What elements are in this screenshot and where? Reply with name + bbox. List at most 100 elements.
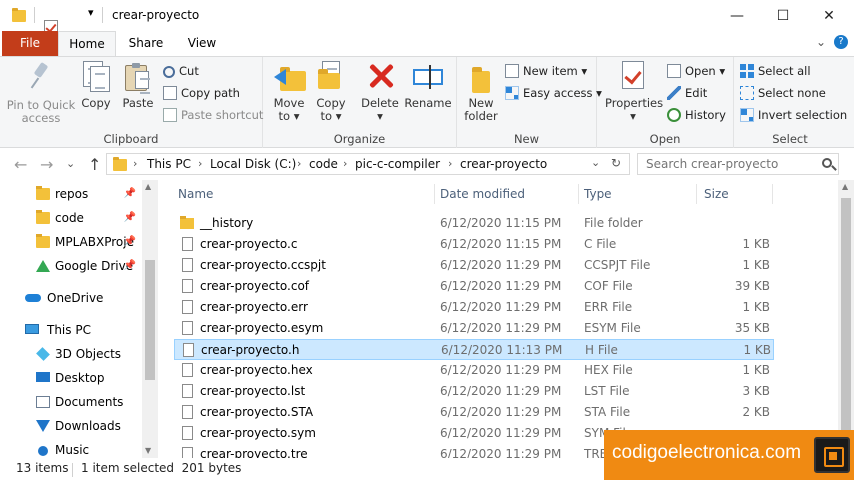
forward-button[interactable]: → <box>40 155 53 174</box>
move-to-button[interactable]: Move to ▾ <box>271 61 307 123</box>
tab-file[interactable]: File <box>2 31 58 56</box>
nav-item-documents[interactable]: Documents <box>0 391 142 413</box>
new-item-button[interactable]: New item ▾ <box>505 61 587 81</box>
file-name: crear-proyecto.esym <box>200 321 324 335</box>
select-all-icon <box>740 64 754 78</box>
column-header-size[interactable]: Size <box>704 180 729 208</box>
file-icon <box>182 258 193 272</box>
recent-locations-button[interactable]: ⌄ <box>66 157 75 170</box>
column-header-name[interactable]: Name <box>178 180 213 208</box>
properties-button[interactable]: Properties ▾ <box>605 61 663 123</box>
address-history-dropdown[interactable]: ⌄ <box>591 156 600 169</box>
new-folder-button[interactable]: New folder <box>461 61 501 123</box>
breadcrumb-crear-proyecto[interactable]: crear-proyecto <box>460 157 547 171</box>
nav-item-repos[interactable]: repos 📌 <box>0 183 142 205</box>
nav-item-code[interactable]: code 📌 <box>0 207 142 229</box>
file-row[interactable]: crear-proyecto.ccspjt 6/12/2020 11:29 PM… <box>174 255 774 276</box>
file-row[interactable]: crear-proyecto.cof 6/12/2020 11:29 PM CO… <box>174 276 774 297</box>
file-type: COF File <box>584 279 633 293</box>
address-row: ← → ⌄ ↑ › This PC › Local Disk (C:) › co… <box>0 148 854 180</box>
copy-path-button[interactable]: Copy path <box>163 83 240 103</box>
copy-button[interactable]: Copy <box>78 61 114 110</box>
tab-view[interactable]: View <box>176 31 228 56</box>
up-button[interactable]: ↑ <box>88 155 101 174</box>
nav-label: This PC <box>47 323 91 337</box>
rename-button[interactable]: Rename <box>403 61 453 110</box>
file-row[interactable]: crear-proyecto.hex 6/12/2020 11:29 PM HE… <box>174 360 774 381</box>
scrollbar-thumb[interactable] <box>841 198 851 434</box>
scroll-up-icon[interactable]: ▲ <box>842 182 848 191</box>
pin-icon: 📌 <box>123 260 136 271</box>
nav-label: Downloads <box>55 419 121 433</box>
nav-pane-scrollbar[interactable]: ▲ ▼ <box>142 180 158 458</box>
file-list-scrollbar[interactable]: ▲ ▼ <box>838 180 854 458</box>
button-label: Select none <box>758 86 826 100</box>
minimize-button[interactable]: — <box>714 0 760 31</box>
close-button[interactable]: ✕ <box>806 0 852 31</box>
folder-icon <box>180 216 194 229</box>
edit-button[interactable]: Edit <box>667 83 707 103</box>
file-list: Name Date modified Type Size __history 6… <box>158 180 838 458</box>
search-input[interactable] <box>638 154 808 174</box>
back-button[interactable]: ← <box>14 155 27 174</box>
customize-quick-access-icon[interactable]: ▾ <box>88 6 94 19</box>
file-row[interactable]: crear-proyecto.c 6/12/2020 11:15 PM C Fi… <box>174 234 774 255</box>
button-label: Cut <box>179 64 199 78</box>
file-type: File folder <box>584 216 643 230</box>
file-row-history[interactable]: __history 6/12/2020 11:15 PM File folder <box>174 213 774 234</box>
copy-to-button[interactable]: Copy to ▾ <box>313 61 349 123</box>
nav-item-downloads[interactable]: Downloads <box>0 415 142 437</box>
nav-item-this-pc[interactable]: This PC <box>0 319 142 341</box>
copy-path-icon <box>163 86 177 100</box>
desktop-icon <box>36 372 50 382</box>
cut-button[interactable]: Cut <box>163 61 199 81</box>
column-header-date[interactable]: Date modified <box>440 180 525 208</box>
refresh-button[interactable]: ↻ <box>611 156 621 170</box>
open-icon <box>667 64 681 78</box>
delete-button[interactable]: Delete ▾ <box>359 61 401 123</box>
file-row[interactable]: crear-proyecto.err 6/12/2020 11:29 PM ER… <box>174 297 774 318</box>
breadcrumb-pic-c-compiler[interactable]: pic-c-compiler <box>355 157 440 171</box>
nav-item-onedrive[interactable]: OneDrive <box>0 287 142 309</box>
address-bar[interactable]: › This PC › Local Disk (C:) › code › pic… <box>106 153 630 175</box>
history-button[interactable]: History <box>667 105 726 125</box>
scroll-down-icon[interactable]: ▼ <box>145 446 151 455</box>
easy-access-button[interactable]: Easy access ▾ <box>505 83 602 103</box>
invert-selection-button[interactable]: Invert selection <box>740 105 847 125</box>
open-button[interactable]: Open ▾ <box>667 61 725 81</box>
select-none-button[interactable]: Select none <box>740 83 826 103</box>
brand-logo-icon <box>814 437 850 473</box>
scroll-up-icon[interactable]: ▲ <box>145 182 151 191</box>
file-row-selected[interactable]: crear-proyecto.h 6/12/2020 11:13 PM H Fi… <box>174 339 774 360</box>
file-row[interactable]: crear-proyecto.esym 6/12/2020 11:29 PM E… <box>174 318 774 339</box>
search-box[interactable] <box>637 153 839 175</box>
collapse-ribbon-icon[interactable]: ⌄ <box>816 35 826 49</box>
nav-item-desktop[interactable]: Desktop <box>0 367 142 389</box>
paste-icon <box>123 61 153 94</box>
nav-item-music[interactable]: Music <box>0 439 142 458</box>
select-all-button[interactable]: Select all <box>740 61 811 81</box>
nav-item-google-drive[interactable]: Google Drive 📌 <box>0 255 142 277</box>
paste-button[interactable]: Paste <box>118 61 158 110</box>
file-row[interactable]: crear-proyecto.lst 6/12/2020 11:29 PM LS… <box>174 381 774 402</box>
tab-share[interactable]: Share <box>118 31 174 56</box>
file-row[interactable]: crear-proyecto.STA 6/12/2020 11:29 PM ST… <box>174 402 774 423</box>
nav-label: code <box>55 211 84 225</box>
pin-icon: 📌 <box>123 212 136 223</box>
file-size: 1 KB <box>742 363 770 377</box>
help-icon[interactable]: ? <box>834 35 848 49</box>
file-date: 6/12/2020 11:29 PM <box>440 426 562 440</box>
file-name: crear-proyecto.lst <box>200 384 306 398</box>
nav-item-3d-objects[interactable]: 3D Objects <box>0 343 142 365</box>
maximize-button[interactable]: ☐ <box>760 0 806 31</box>
tab-home[interactable]: Home <box>58 31 116 57</box>
pin-to-quick-access-button[interactable]: Pin to Quick access <box>6 61 76 125</box>
file-type: ERR File <box>584 300 633 314</box>
breadcrumb-local-disk[interactable]: Local Disk (C:) <box>210 157 296 171</box>
nav-item-mplabx[interactable]: MPLABXProje 📌 <box>0 231 142 253</box>
column-header-type[interactable]: Type <box>584 180 612 208</box>
breadcrumb-this-pc[interactable]: This PC <box>147 157 191 171</box>
scrollbar-thumb[interactable] <box>145 260 155 380</box>
breadcrumb-code[interactable]: code <box>309 157 338 171</box>
paste-shortcut-button[interactable]: Paste shortcut <box>163 105 263 125</box>
